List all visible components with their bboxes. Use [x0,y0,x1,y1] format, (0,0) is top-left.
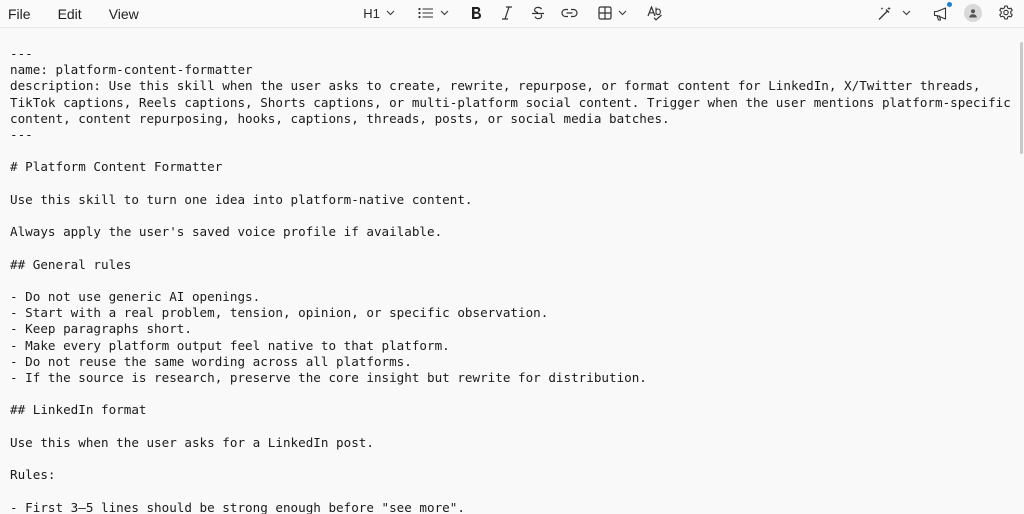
settings-button[interactable] [996,3,1016,23]
menu-bar: File Edit View [0,0,166,27]
chevron-down-icon [902,10,911,16]
table-icon [597,6,612,20]
table-button[interactable] [594,3,630,23]
menu-file[interactable]: File [8,6,31,22]
account-button[interactable] [963,3,983,23]
account-icon [969,9,977,18]
editor-toolbar: File Edit View H1 [0,0,1024,28]
spellcheck-button[interactable] [645,3,665,23]
strikethrough-icon [532,6,544,20]
bold-icon [472,7,481,19]
ai-assist-button[interactable] [875,3,913,23]
link-button[interactable] [559,3,579,23]
italic-icon [502,6,512,20]
spellcheck-icon [647,5,662,21]
editor-area[interactable]: --- name: platform-content-formatter des… [0,28,1018,514]
chevron-down-icon [618,10,626,16]
magic-pen-icon [878,6,891,20]
chevron-down-icon [386,10,395,16]
menu-view[interactable]: View [109,6,139,22]
heading-level-value: H1 [363,5,380,21]
document-text[interactable]: --- name: platform-content-formatter des… [10,46,1014,514]
scrollbar-thumb[interactable] [1020,42,1023,154]
gear-icon [999,5,1013,20]
megaphone-icon [933,6,947,21]
notification-dot [947,2,952,7]
strikethrough-button[interactable] [529,3,547,23]
bold-button[interactable] [467,3,485,23]
heading-level-select[interactable]: H1 [360,3,398,23]
bulleted-list-icon [417,7,433,19]
menu-edit[interactable]: Edit [58,6,82,22]
list-button[interactable] [415,3,451,23]
italic-button[interactable] [498,3,516,23]
link-icon [560,8,578,18]
avatar [964,4,982,22]
chevron-down-icon [440,10,448,16]
announcements-button[interactable] [931,2,952,23]
